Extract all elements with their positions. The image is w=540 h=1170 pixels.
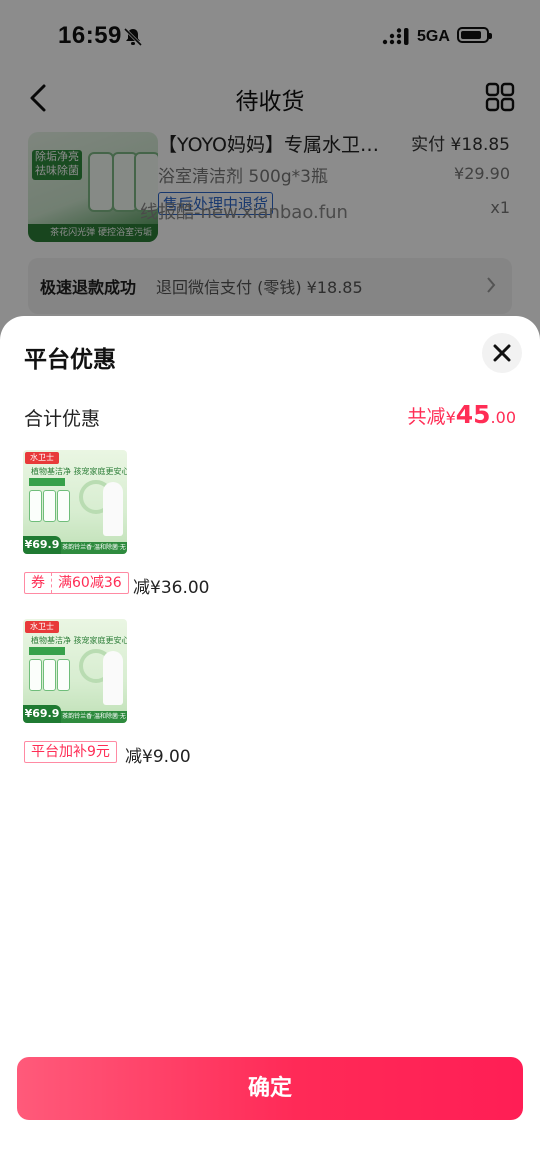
bottle-shape (43, 490, 56, 522)
image-tag (29, 478, 65, 486)
spokesperson-figure (103, 482, 123, 536)
reduce-amount: 减¥36.00 (133, 578, 210, 598)
platform-discount-sheet: 平台优惠 合计优惠 共减¥45.00 水卫士 植物基洁净 孩宠家庭更安心 ¥69… (0, 316, 540, 1170)
image-footer: 茶韵铃兰香·温和除菌·无残留 (61, 542, 127, 554)
coupon-kind: 券 (25, 573, 52, 593)
platform-subsidy-badge: 平台加补9元 (24, 741, 117, 763)
image-headline: 植物基洁净 孩宠家庭更安心 (31, 636, 127, 645)
spokesperson-figure (103, 651, 123, 705)
product-image[interactable]: 水卫士 植物基洁净 孩宠家庭更安心 ¥69.9 茶韵铃兰香·温和除菌·无残留 (23, 450, 127, 554)
coupon-badge: 券 满60减36 (24, 572, 129, 594)
close-icon (493, 344, 511, 362)
image-headline: 植物基洁净 孩宠家庭更安心 (31, 467, 127, 476)
total-prefix: 共减 (407, 406, 446, 428)
total-decimal: .00 (490, 408, 516, 427)
total-discount-amount: 共减¥45.00 (408, 400, 516, 429)
confirm-button[interactable]: 确定 (17, 1057, 523, 1120)
image-footer: 茶韵铃兰香·温和除菌·无残留 (61, 711, 127, 723)
reduce-amount: 减¥9.00 (125, 747, 191, 767)
total-discount-label: 合计优惠 (24, 408, 101, 430)
bottle-shape (43, 659, 56, 691)
bottle-shape (29, 490, 42, 522)
bottle-shape (57, 659, 70, 691)
close-button[interactable] (482, 333, 522, 373)
product-image[interactable]: 水卫士 植物基洁净 孩宠家庭更安心 ¥69.9 茶韵铃兰香·温和除菌·无残留 (23, 619, 127, 723)
image-price: ¥69.9 (23, 705, 61, 723)
total-currency: ¥ (445, 408, 456, 427)
image-price: ¥69.9 (23, 536, 61, 554)
coupon-text: 满60减36 (58, 575, 122, 591)
bottle-shape (29, 659, 42, 691)
bottle-shape (57, 490, 70, 522)
image-tag (29, 647, 65, 655)
sheet-title: 平台优惠 (24, 347, 116, 373)
brand-logo: 水卫士 (25, 452, 59, 464)
brand-logo: 水卫士 (25, 621, 59, 633)
total-integer: 45 (455, 400, 491, 429)
